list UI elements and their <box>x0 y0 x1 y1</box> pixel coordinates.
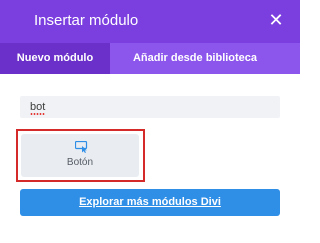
tab-new-module[interactable]: Nuevo módulo <box>0 43 110 74</box>
close-icon[interactable]: ✕ <box>266 10 286 30</box>
tab-bar: Nuevo módulo Añadir desde biblioteca <box>0 43 300 74</box>
search-input[interactable] <box>20 96 280 118</box>
module-tile-label: Botón <box>66 157 94 168</box>
module-tile-button[interactable]: Botón <box>21 134 139 177</box>
modal-header: Insertar módulo ✕ <box>0 0 300 43</box>
tab-add-from-library[interactable]: Añadir desde biblioteca <box>110 43 280 74</box>
button-cursor-icon <box>75 141 88 153</box>
explore-more-modules-button[interactable]: Explorar más módulos Divi <box>20 189 280 216</box>
modal-title: Insertar módulo <box>34 12 139 29</box>
